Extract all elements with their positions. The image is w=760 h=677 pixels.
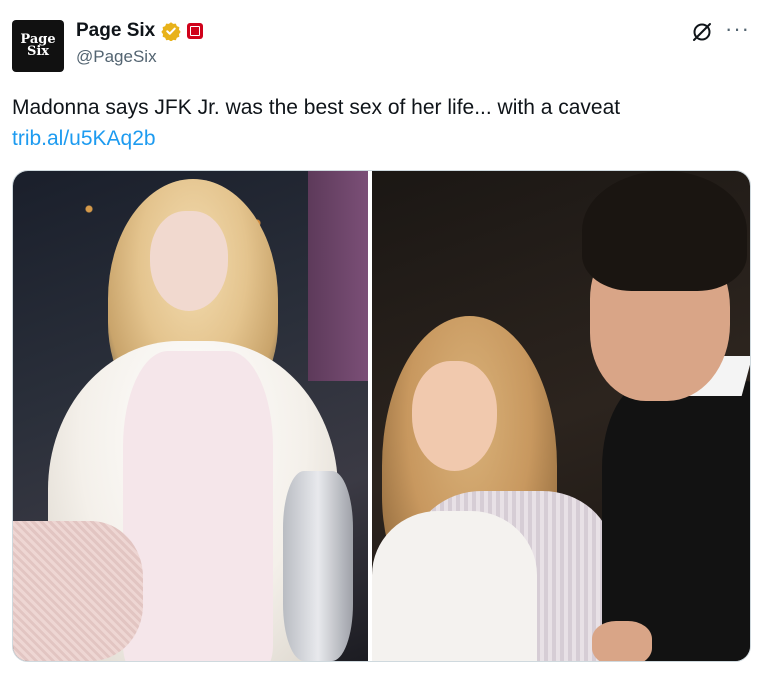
figure-hand [592, 621, 653, 661]
tweet-link[interactable]: trib.al/u5KAq2b [12, 127, 156, 151]
figure-leg [13, 521, 143, 661]
affiliate-badge-icon[interactable] [187, 23, 204, 39]
tweet-card[interactable]: Page Six Page Six @PageSix ··· Madonna s… [0, 0, 760, 677]
figure-dress [123, 351, 273, 661]
figure-woman-face [412, 361, 498, 471]
foreground-sleeve [372, 511, 538, 661]
tweet-text: Madonna says JFK Jr. was the best sex of… [12, 96, 621, 119]
verified-badge-icon[interactable] [161, 21, 181, 41]
photo-madonna-white-fur [13, 171, 369, 661]
background-curtain [308, 171, 369, 381]
account-name-row: Page Six [76, 20, 204, 42]
media-image[interactable] [12, 170, 751, 662]
figure-boot [283, 471, 353, 661]
figure-man-suit [602, 381, 750, 661]
image-divider [368, 171, 371, 661]
display-name[interactable]: Page Six [76, 20, 155, 42]
photo-madonna-jfk-jr [372, 171, 750, 661]
figure-man-hair [582, 171, 748, 291]
avatar[interactable]: Page Six [12, 20, 64, 72]
avatar-text-line2: Six [26, 44, 50, 59]
handle[interactable]: @PageSix [76, 47, 157, 67]
more-icon[interactable]: ··· [725, 18, 750, 40]
grok-icon[interactable] [690, 20, 714, 44]
figure-face [150, 211, 228, 311]
